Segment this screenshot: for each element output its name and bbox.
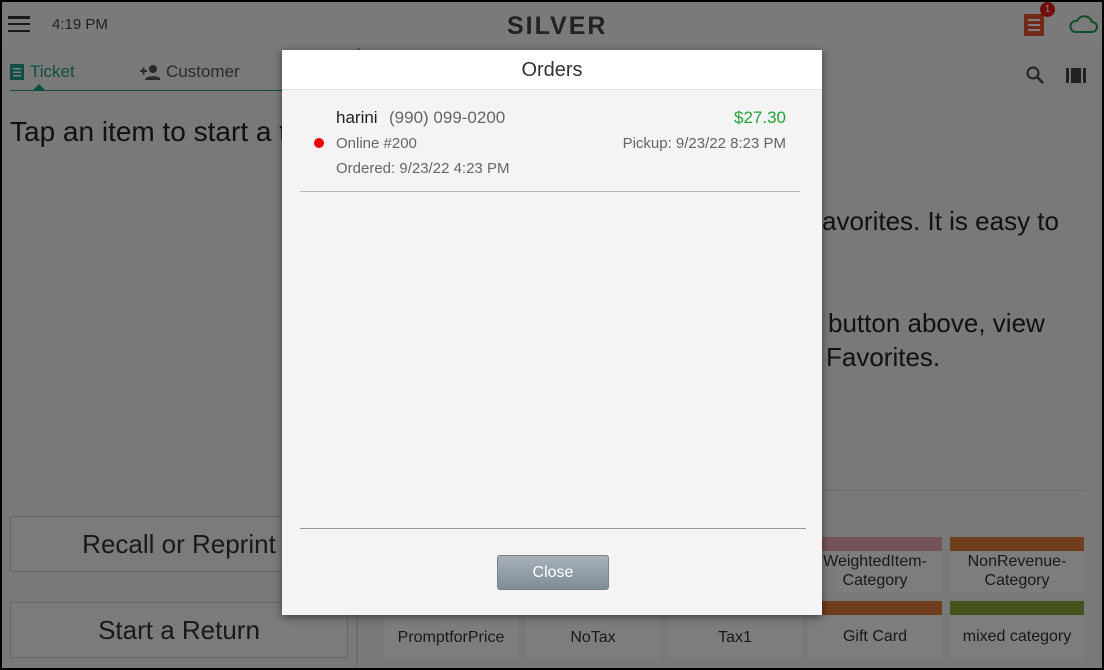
close-button[interactable]: Close bbox=[497, 555, 609, 590]
order-source: Online #200 bbox=[336, 135, 417, 152]
order-amount: $27.30 bbox=[734, 108, 786, 127]
order-row[interactable]: harini (990) 099-0200 $27.30 Online #200… bbox=[300, 92, 800, 192]
status-dot bbox=[314, 138, 324, 148]
customer-name: harini bbox=[336, 108, 378, 127]
orders-dialog: Orders harini (990) 099-0200 $27.30 Onli… bbox=[282, 50, 822, 615]
customer-phone: (990) 099-0200 bbox=[389, 108, 506, 127]
dialog-title: Orders bbox=[282, 50, 822, 90]
footer-divider bbox=[300, 528, 806, 529]
ordered-time: Ordered: 9/23/22 4:23 PM bbox=[336, 160, 510, 177]
pos-app: 4:19 PM SILVER 1 Ticket Customer Tap an … bbox=[2, 2, 1102, 668]
pickup-time: Pickup: 9/23/22 8:23 PM bbox=[622, 135, 786, 152]
